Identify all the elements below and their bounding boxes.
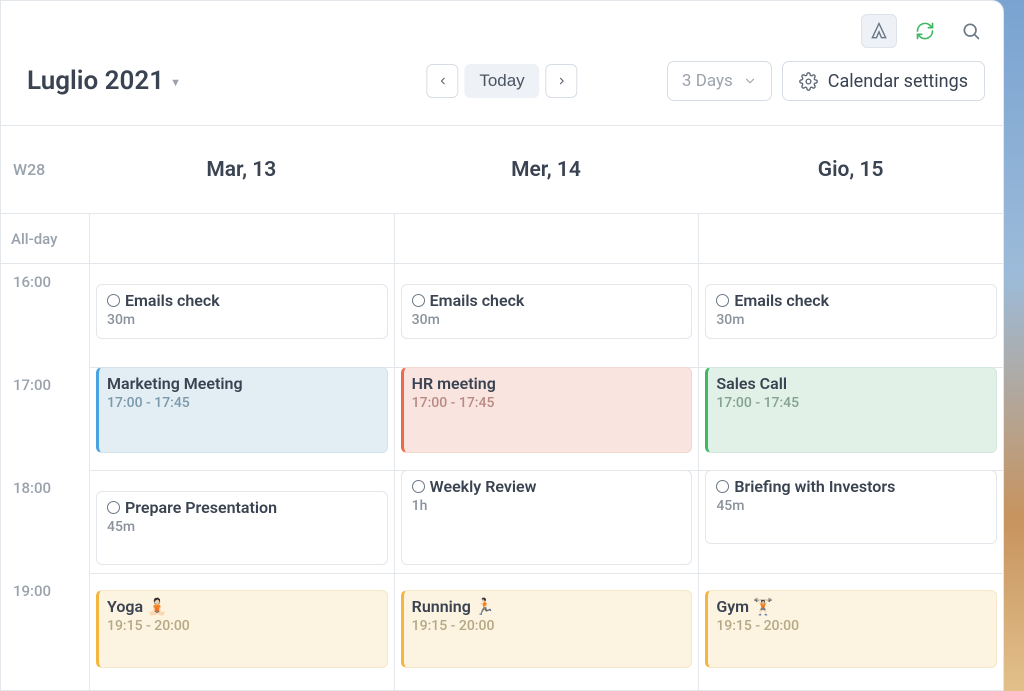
event-sub: 45m	[716, 498, 988, 514]
allday-label: All-day	[1, 214, 89, 263]
chevron-right-icon	[556, 74, 567, 88]
status-circle-icon	[107, 501, 120, 514]
status-circle-icon	[716, 294, 729, 307]
event-title: Weekly Review	[412, 477, 684, 496]
status-circle-icon	[716, 480, 729, 493]
event-title: Prepare Presentation	[107, 498, 379, 517]
event-title: Sales Call	[716, 374, 988, 393]
event-title: Yoga 🧘🏻	[107, 597, 379, 616]
event-sub: 17:00 - 17:45	[107, 395, 379, 411]
month-title-text: Luglio 2021	[27, 66, 164, 96]
logo-icon	[869, 21, 889, 41]
hour-line	[395, 573, 699, 574]
event[interactable]: Prepare Presentation 45m	[96, 491, 388, 565]
date-nav-group: Today	[426, 64, 577, 98]
refresh-icon	[915, 21, 935, 41]
allday-cell[interactable]	[89, 214, 394, 263]
day-column[interactable]: Emails check 30m Marketing Meeting 17:00…	[89, 264, 394, 690]
day-column[interactable]: Emails check 30m Sales Call 17:00 - 17:4…	[698, 264, 1003, 690]
event[interactable]: Weekly Review 1h	[401, 470, 693, 565]
range-select-label: 3 Days	[682, 71, 733, 91]
event-sub: 17:00 - 17:45	[412, 395, 684, 411]
event-title: Marketing Meeting	[107, 374, 379, 393]
gear-icon	[799, 72, 818, 91]
event-sub: 19:15 - 20:00	[412, 618, 684, 634]
event[interactable]: Emails check 30m	[96, 284, 388, 339]
event[interactable]: Emails check 30m	[705, 284, 997, 339]
event[interactable]: Marketing Meeting 17:00 - 17:45	[96, 367, 388, 453]
status-circle-icon	[107, 294, 120, 307]
event-title: HR meeting	[412, 374, 684, 393]
allday-cell[interactable]	[698, 214, 1003, 263]
event[interactable]: Running 🏃🏻 19:15 - 20:00	[401, 590, 693, 668]
allday-row: All-day	[1, 214, 1003, 264]
search-icon	[961, 21, 981, 41]
search-button[interactable]	[953, 14, 989, 48]
allday-cell[interactable]	[394, 214, 699, 263]
top-toolbar	[1, 1, 1003, 61]
time-labels-column: 16:00 17:00 18:00 19:00	[1, 264, 89, 690]
event[interactable]: Emails check 30m	[401, 284, 693, 339]
range-select[interactable]: 3 Days	[667, 61, 772, 101]
day-header[interactable]: Mer, 14	[394, 126, 699, 213]
day-column[interactable]: Emails check 30m HR meeting 17:00 - 17:4…	[394, 264, 699, 690]
event-title: Emails check	[107, 291, 379, 310]
hour-label: 19:00	[13, 582, 51, 600]
today-button[interactable]: Today	[464, 64, 539, 98]
prev-button[interactable]	[426, 64, 458, 98]
week-label: W28	[1, 126, 89, 213]
month-title-dropdown[interactable]: Luglio 2021 ▼	[27, 66, 181, 96]
event-sub: 45m	[107, 519, 379, 535]
event-sub: 1h	[412, 498, 684, 514]
hour-line	[699, 573, 1003, 574]
event-title: Running 🏃🏻	[412, 597, 684, 616]
event[interactable]: Sales Call 17:00 - 17:45	[705, 367, 997, 453]
chevron-down-icon	[743, 74, 757, 88]
event-sub: 30m	[412, 312, 684, 328]
calendar-settings-button[interactable]: Calendar settings	[782, 61, 985, 101]
event-sub: 17:00 - 17:45	[716, 395, 988, 411]
event[interactable]: HR meeting 17:00 - 17:45	[401, 367, 693, 453]
event[interactable]: Gym 🏋🏻 19:15 - 20:00	[705, 590, 997, 668]
hour-label: 17:00	[13, 376, 51, 394]
day-header[interactable]: Gio, 15	[698, 126, 1003, 213]
event[interactable]: Briefing with Investors 45m	[705, 470, 997, 544]
hour-label: 18:00	[13, 479, 51, 497]
event-sub: 30m	[716, 312, 988, 328]
refresh-button[interactable]	[907, 14, 943, 48]
event-sub: 19:15 - 20:00	[716, 618, 988, 634]
hour-label: 16:00	[13, 273, 51, 291]
status-circle-icon	[412, 294, 425, 307]
event-title: Emails check	[412, 291, 684, 310]
hour-line	[90, 573, 394, 574]
status-circle-icon	[412, 480, 425, 493]
event-title: Briefing with Investors	[716, 477, 988, 496]
app-logo-button[interactable]	[861, 14, 897, 48]
app-window: Luglio 2021 ▼ Today 3 Days Calenda	[0, 0, 1004, 691]
event-title: Gym 🏋🏻	[716, 597, 988, 616]
settings-button-label: Calendar settings	[828, 71, 968, 92]
event-title: Emails check	[716, 291, 988, 310]
hour-line	[90, 470, 394, 471]
caret-down-icon: ▼	[170, 76, 181, 89]
day-headers-row: W28 Mar, 13 Mer, 14 Gio, 15	[1, 126, 1003, 214]
time-grid: 16:00 17:00 18:00 19:00 Emails check 30m…	[1, 264, 1003, 690]
event[interactable]: Yoga 🧘🏻 19:15 - 20:00	[96, 590, 388, 668]
next-button[interactable]	[546, 64, 578, 98]
calendar-grid: W28 Mar, 13 Mer, 14 Gio, 15 All-day 16:0…	[1, 125, 1003, 690]
chevron-left-icon	[437, 74, 448, 88]
day-header[interactable]: Mar, 13	[89, 126, 394, 213]
event-sub: 30m	[107, 312, 379, 328]
event-sub: 19:15 - 20:00	[107, 618, 379, 634]
header: Luglio 2021 ▼ Today 3 Days Calenda	[1, 61, 1003, 125]
header-right-controls: 3 Days Calendar settings	[667, 61, 985, 101]
